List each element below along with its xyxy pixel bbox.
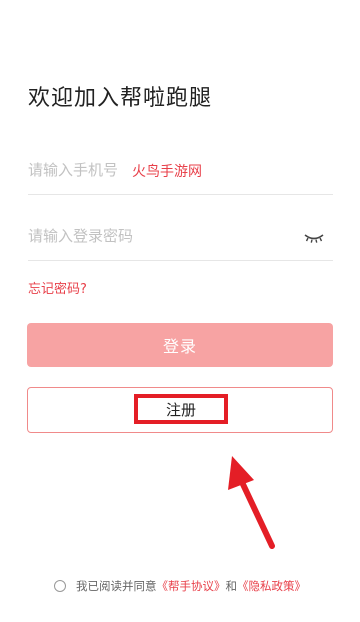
phone-field[interactable]: 火鸟手游网 [28, 148, 333, 195]
annotation-arrow [228, 456, 275, 549]
password-field[interactable] [28, 214, 333, 261]
agreement-connector: 和 [225, 579, 238, 593]
watermark-text: 火鸟手游网 [132, 164, 202, 180]
privacy-link[interactable]: 《隐私政策》 [237, 578, 306, 594]
agreement-text: 我已阅读并同意 [76, 579, 157, 593]
agreement-checkbox[interactable] [54, 580, 66, 592]
password-input[interactable] [28, 214, 268, 258]
forgot-password-link[interactable]: 忘记密码? [28, 278, 87, 297]
register-button-label[interactable]: 注册 [134, 394, 228, 424]
agreement-row: 我已阅读并同意 《帮手协议》 和 《隐私政策》 [54, 577, 306, 595]
terms-link[interactable]: 《帮手协议》 [157, 578, 226, 594]
login-button[interactable]: 登录 [27, 323, 333, 367]
page-title: 欢迎加入帮啦跑腿 [28, 86, 213, 111]
eye-closed-icon[interactable] [303, 230, 325, 244]
